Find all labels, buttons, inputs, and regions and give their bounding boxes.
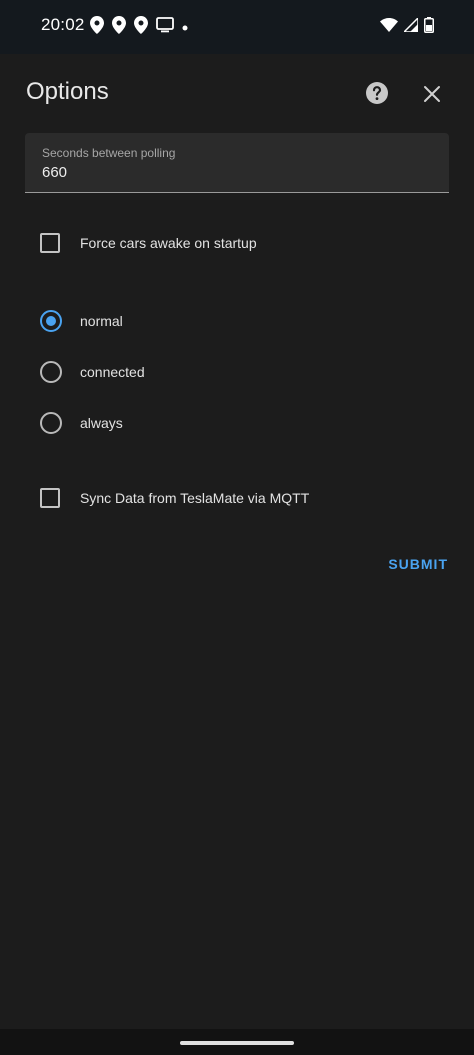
polling-seconds-input[interactable]	[42, 161, 422, 183]
sync-mqtt-label: Sync Data from TeslaMate via MQTT	[80, 490, 310, 506]
help-circle-icon	[365, 81, 389, 110]
force-awake-row[interactable]: Force cars awake on startup	[40, 231, 257, 255]
dot-icon	[182, 18, 188, 36]
location-icon	[112, 15, 126, 39]
polling-seconds-label: Seconds between polling	[42, 146, 176, 160]
help-button[interactable]	[364, 81, 390, 110]
submit-button[interactable]: SUBMIT	[388, 552, 448, 576]
status-system-icons	[374, 15, 434, 38]
polling-seconds-field[interactable]: Seconds between polling	[25, 133, 449, 193]
wifi-icon	[380, 17, 398, 37]
gesture-handle[interactable]	[180, 1041, 294, 1045]
battery-icon	[424, 16, 434, 38]
sync-mqtt-row[interactable]: Sync Data from TeslaMate via MQTT	[40, 486, 309, 510]
radio-option-connected[interactable]: connected	[40, 360, 145, 384]
status-bar: 20:02	[0, 0, 474, 54]
close-button[interactable]	[420, 84, 444, 108]
radio-option-always[interactable]: always	[40, 411, 123, 435]
radio-option-normal[interactable]: normal	[40, 309, 123, 333]
signal-icon	[402, 15, 419, 37]
close-icon	[423, 85, 441, 108]
sync-mqtt-checkbox[interactable]	[40, 488, 60, 508]
radio-connected-label: connected	[80, 364, 145, 380]
cast-icon	[156, 16, 174, 38]
force-awake-label: Force cars awake on startup	[80, 235, 257, 251]
radio-always[interactable]	[40, 412, 62, 434]
radio-normal[interactable]	[40, 310, 62, 332]
navigation-bar	[0, 1029, 474, 1055]
options-dialog: Options Seconds between polling Force ca…	[0, 54, 474, 1029]
dialog-title: Options	[26, 78, 109, 105]
status-time: 20:02	[41, 15, 85, 34]
location-icon	[134, 15, 148, 39]
status-notification-icons	[90, 15, 196, 39]
radio-connected[interactable]	[40, 361, 62, 383]
force-awake-checkbox[interactable]	[40, 233, 60, 253]
radio-normal-label: normal	[80, 313, 123, 329]
radio-always-label: always	[80, 415, 123, 431]
location-icon	[90, 15, 104, 39]
